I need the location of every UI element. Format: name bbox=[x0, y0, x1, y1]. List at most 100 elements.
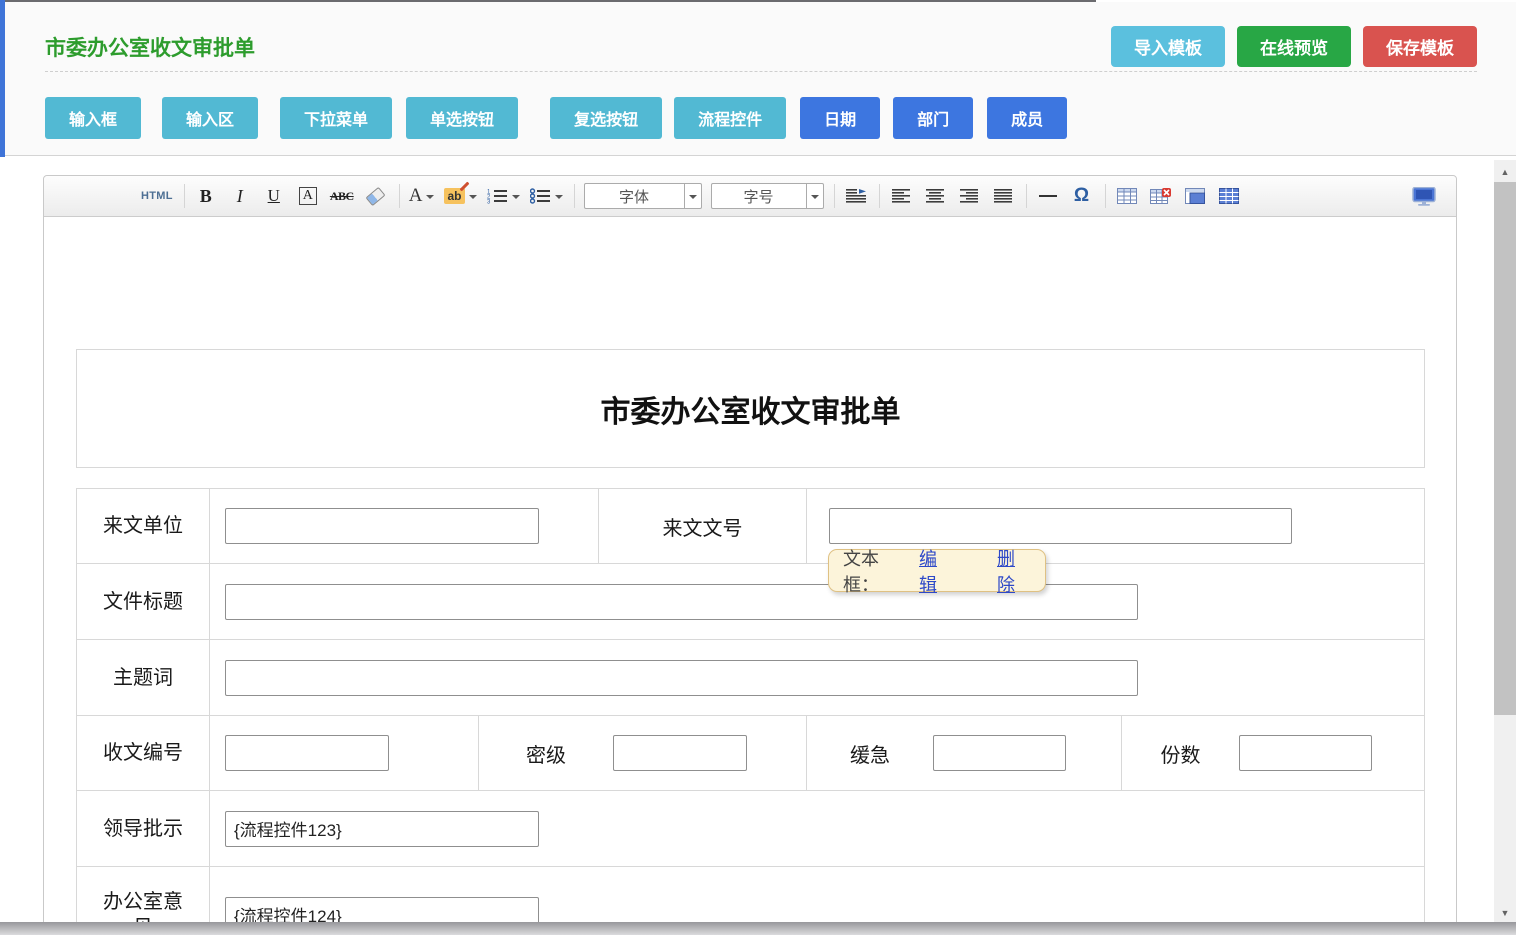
indent-icon[interactable] bbox=[844, 183, 868, 209]
table-cell bbox=[210, 791, 1424, 866]
header-actions: 导入模板 在线预览 保存模板 bbox=[1111, 26, 1477, 67]
widget-input-area-button[interactable]: 输入区 bbox=[162, 97, 258, 139]
table-properties-icon[interactable] bbox=[1217, 183, 1241, 209]
widget-action-tooltip: 文本框： 编辑 删除 bbox=[828, 549, 1046, 592]
toolbar-separator bbox=[879, 184, 880, 208]
table-row: 收文编号 密级 缓急 份数 bbox=[77, 716, 1424, 791]
widget-dropdown-button[interactable]: 下拉菜单 bbox=[280, 97, 392, 139]
underline-icon[interactable]: U bbox=[262, 183, 286, 209]
page-title: 市委办公室收文审批单 bbox=[45, 32, 255, 62]
editor-toolbar: HTML B I U A ABC A ab 1 2 3 bbox=[44, 176, 1456, 217]
chevron-down-icon[interactable] bbox=[806, 184, 823, 208]
svg-text:3: 3 bbox=[487, 200, 491, 205]
label-receive-number: 收文编号 bbox=[77, 716, 210, 790]
widget-date-button[interactable]: 日期 bbox=[800, 97, 880, 139]
secrecy-input[interactable] bbox=[613, 735, 747, 771]
label-urgency: 缓急 bbox=[807, 739, 933, 768]
table-cell bbox=[210, 716, 479, 790]
align-right-icon[interactable] bbox=[957, 183, 981, 209]
toolbar-separator bbox=[184, 184, 185, 208]
ordered-list-icon[interactable]: 1 2 3 bbox=[487, 183, 520, 209]
online-preview-button[interactable]: 在线预览 bbox=[1237, 26, 1351, 67]
strikethrough-icon[interactable]: ABC bbox=[330, 183, 354, 209]
widget-checkbox-button[interactable]: 复选按钮 bbox=[550, 97, 662, 139]
rich-text-editor: HTML B I U A ABC A ab 1 2 3 bbox=[43, 175, 1457, 935]
save-template-button[interactable]: 保存模板 bbox=[1363, 26, 1477, 67]
window-bottom-edge bbox=[0, 922, 1516, 935]
tooltip-delete-link[interactable]: 删除 bbox=[997, 545, 1031, 597]
document-form-table: 来文单位 来文文号 文件标题 主题词 bbox=[76, 488, 1425, 935]
horizontal-rule-icon[interactable] bbox=[1036, 183, 1060, 209]
receive-number-input[interactable] bbox=[225, 735, 389, 771]
import-template-button[interactable]: 导入模板 bbox=[1111, 26, 1225, 67]
chevron-down-icon bbox=[469, 195, 477, 203]
remove-format-icon[interactable] bbox=[364, 183, 388, 209]
indent-glyph bbox=[846, 189, 866, 204]
table-row: 主题词 bbox=[77, 640, 1424, 716]
font-family-select[interactable]: 字体 bbox=[584, 183, 702, 209]
table-cell bbox=[210, 640, 1424, 715]
scroll-down-arrow-icon[interactable]: ▼ bbox=[1494, 907, 1516, 919]
leader-note-input[interactable] bbox=[225, 811, 539, 847]
label-leader-note: 领导批示 bbox=[77, 791, 210, 866]
font-color-icon[interactable]: A bbox=[409, 183, 435, 209]
window-top-edge bbox=[0, 0, 1096, 2]
unordered-list-icon[interactable] bbox=[530, 183, 563, 209]
delete-table-icon[interactable] bbox=[1149, 183, 1173, 209]
toolbar-separator bbox=[1026, 184, 1027, 208]
widget-input-box-button[interactable]: 输入框 bbox=[45, 97, 141, 139]
bold-icon[interactable]: B bbox=[194, 183, 218, 209]
scroll-up-arrow-icon[interactable]: ▲ bbox=[1494, 166, 1516, 178]
chevron-down-icon bbox=[555, 195, 563, 203]
label-subject-words: 主题词 bbox=[77, 640, 210, 715]
insert-table-icon[interactable] bbox=[1115, 183, 1139, 209]
align-justify-icon[interactable] bbox=[991, 183, 1015, 209]
vertical-scrollbar[interactable]: ▲ ▼ bbox=[1494, 160, 1516, 935]
html-source-icon[interactable]: HTML bbox=[141, 183, 173, 209]
table-row: 领导批示 bbox=[77, 791, 1424, 867]
widget-radio-button[interactable]: 单选按钮 bbox=[406, 97, 518, 139]
unordered-list-glyph bbox=[530, 188, 551, 204]
document-title: 市委办公室收文审批单 bbox=[601, 387, 901, 431]
font-size-select[interactable]: 字号 bbox=[711, 183, 824, 209]
widget-button-row: 输入框 输入区 下拉菜单 单选按钮 复选按钮 流程控件 日期 部门 成员 bbox=[45, 97, 1067, 139]
table-cell bbox=[210, 489, 599, 563]
italic-icon[interactable]: I bbox=[228, 183, 252, 209]
label-secrecy: 密级 bbox=[479, 739, 613, 768]
widget-department-button[interactable]: 部门 bbox=[893, 97, 973, 139]
table-cell bbox=[210, 564, 1424, 639]
widget-member-button[interactable]: 成员 bbox=[987, 97, 1067, 139]
doc-number-input[interactable] bbox=[829, 508, 1292, 544]
chevron-down-icon bbox=[426, 195, 434, 203]
format-block-icon[interactable]: A bbox=[299, 187, 317, 205]
table-row: 文件标题 bbox=[77, 564, 1424, 640]
label-doc-number: 来文文号 bbox=[599, 489, 807, 563]
chevron-down-icon[interactable] bbox=[684, 184, 701, 208]
urgency-input[interactable] bbox=[933, 735, 1066, 771]
page-header: 市委办公室收文审批单 导入模板 在线预览 保存模板 输入框 输入区 下拉菜单 单… bbox=[0, 2, 1516, 155]
toolbar-separator bbox=[574, 184, 575, 208]
chevron-down-icon bbox=[512, 195, 520, 203]
fullscreen-icon[interactable] bbox=[1412, 183, 1436, 209]
align-center-icon[interactable] bbox=[923, 183, 947, 209]
highlight-color-icon[interactable]: ab bbox=[444, 183, 476, 209]
label-sender-unit: 来文单位 bbox=[77, 489, 210, 563]
special-character-icon[interactable]: Ω bbox=[1070, 183, 1094, 209]
tooltip-label: 文本框： bbox=[843, 545, 911, 597]
background-window-stripe bbox=[0, 0, 5, 157]
monitor-icon bbox=[1412, 187, 1436, 206]
editor-canvas[interactable]: 市委办公室收文审批单 来文单位 来文文号 文件标题 bbox=[44, 217, 1456, 935]
sender-unit-input[interactable] bbox=[225, 508, 539, 544]
table-cell-properties-icon[interactable] bbox=[1183, 183, 1207, 209]
label-file-title: 文件标题 bbox=[77, 564, 210, 639]
toolbar-separator bbox=[399, 184, 400, 208]
tooltip-edit-link[interactable]: 编辑 bbox=[919, 545, 953, 597]
widget-flow-control-button[interactable]: 流程控件 bbox=[674, 97, 786, 139]
align-left-icon[interactable] bbox=[889, 183, 913, 209]
eraser-icon bbox=[366, 186, 386, 205]
copies-input[interactable] bbox=[1239, 735, 1372, 771]
subject-words-input[interactable] bbox=[225, 660, 1138, 696]
table-row: 来文单位 来文文号 bbox=[77, 489, 1424, 564]
dashed-divider bbox=[45, 71, 1477, 72]
scrollbar-thumb[interactable] bbox=[1494, 182, 1516, 715]
